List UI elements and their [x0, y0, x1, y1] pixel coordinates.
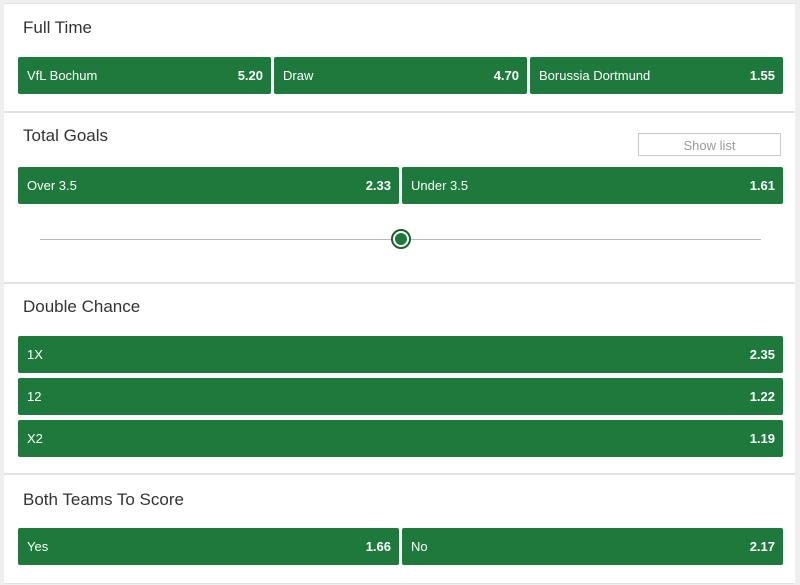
market-double-chance: Double Chance 1X 2.35 12 1.22 X2 1.19: [4, 283, 795, 474]
odds-button-yes[interactable]: Yes 1.66: [18, 528, 399, 565]
market-title: Full Time: [23, 18, 92, 37]
outcome-price: 1.55: [749, 68, 775, 83]
outcome-label: Over 3.5: [27, 178, 77, 193]
outcome-label: 1X: [27, 347, 43, 362]
goal-line-slider-handle[interactable]: [390, 229, 411, 249]
odds-button-draw[interactable]: Draw 4.70: [274, 57, 527, 94]
odds-button-12[interactable]: 12 1.22: [18, 378, 783, 415]
market-full-time: Full Time VfL Bochum 5.20 Draw 4.70 Boru…: [4, 3, 795, 112]
odds-button-no[interactable]: No 2.17: [402, 528, 783, 565]
outcome-label: No: [411, 539, 428, 554]
outcome-price: 1.19: [749, 431, 775, 446]
outcome-price: 1.22: [749, 389, 775, 404]
odds-button-1x[interactable]: 1X 2.35: [18, 336, 783, 373]
odds-button-x2[interactable]: X2 1.19: [18, 420, 783, 457]
market-title: Both Teams To Score: [23, 490, 184, 509]
slider-handle-dot: [394, 233, 407, 245]
outcome-price: 5.20: [237, 68, 263, 83]
outcome-price: 2.17: [749, 539, 775, 554]
odds-button-over[interactable]: Over 3.5 2.33: [18, 167, 399, 204]
outcome-label: 12: [27, 389, 42, 404]
market-both-teams-to-score: Both Teams To Score Yes 1.66 No 2.17: [4, 474, 795, 584]
show-list-button[interactable]: Show list: [638, 133, 781, 156]
outcome-label: Borussia Dortmund: [539, 68, 651, 83]
market-title: Total Goals: [23, 126, 109, 145]
outcome-price: 4.70: [493, 68, 519, 83]
outcome-price: 1.61: [749, 178, 775, 193]
market-total-goals: Total Goals Show list Over 3.5 2.33 Unde…: [4, 112, 795, 283]
outcome-price: 2.35: [749, 347, 775, 362]
outcome-label: X2: [27, 431, 43, 446]
outcome-label: Under 3.5: [411, 178, 469, 193]
outcome-price: 2.33: [365, 178, 391, 193]
odds-button-home[interactable]: VfL Bochum 5.20: [18, 57, 271, 94]
odds-button-away[interactable]: Borussia Dortmund 1.55: [530, 57, 783, 94]
outcome-label: VfL Bochum: [27, 68, 98, 83]
outcome-label: Yes: [27, 539, 49, 554]
market-title: Double Chance: [23, 297, 141, 316]
outcome-label: Draw: [283, 68, 314, 83]
outcome-price: 1.66: [365, 539, 391, 554]
odds-button-under[interactable]: Under 3.5 1.61: [402, 167, 783, 204]
